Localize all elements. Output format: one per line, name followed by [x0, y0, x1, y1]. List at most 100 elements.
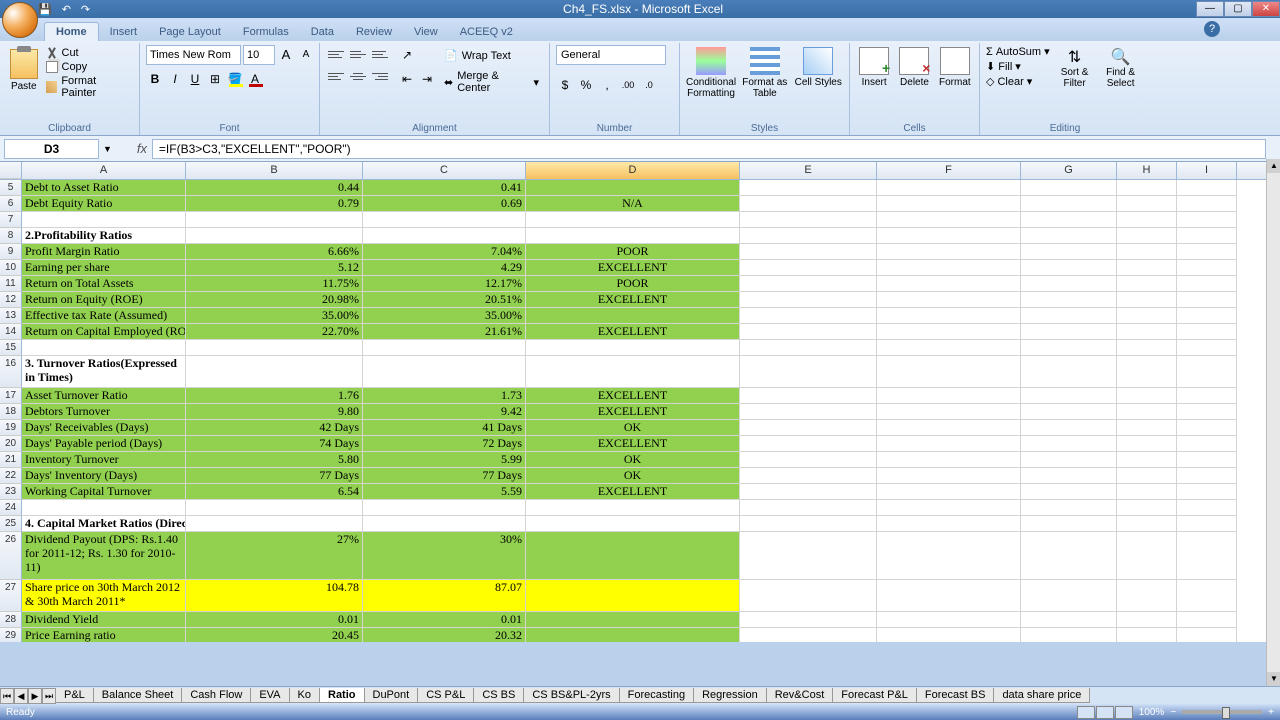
- cell[interactable]: [877, 180, 1021, 196]
- table-row[interactable]: 15: [0, 340, 1280, 356]
- cell[interactable]: [877, 612, 1021, 628]
- cell[interactable]: 0.01: [186, 612, 363, 628]
- row-header[interactable]: 26: [0, 532, 22, 580]
- cell[interactable]: [1117, 532, 1177, 580]
- cell[interactable]: [526, 228, 740, 244]
- cell[interactable]: 6.66%: [186, 244, 363, 260]
- cell[interactable]: [526, 340, 740, 356]
- col-header-c[interactable]: C: [363, 162, 526, 179]
- cell[interactable]: [740, 420, 877, 436]
- cell[interactable]: 9.42: [363, 404, 526, 420]
- cell[interactable]: [1021, 404, 1117, 420]
- table-row[interactable]: 21Inventory Turnover5.805.99OK: [0, 452, 1280, 468]
- cell[interactable]: [1117, 452, 1177, 468]
- cell[interactable]: [740, 404, 877, 420]
- col-header-e[interactable]: E: [740, 162, 877, 179]
- cell[interactable]: 11.75%: [186, 276, 363, 292]
- tab-home[interactable]: Home: [44, 22, 99, 41]
- normal-view-button[interactable]: [1077, 706, 1095, 719]
- row-header[interactable]: 6: [0, 196, 22, 212]
- cell[interactable]: [1117, 356, 1177, 388]
- table-row[interactable]: 254. Capital Market Ratios (Direct Input…: [0, 516, 1280, 532]
- table-row[interactable]: 13Effective tax Rate (Assumed)35.00%35.0…: [0, 308, 1280, 324]
- row-header[interactable]: 5: [0, 180, 22, 196]
- row-header[interactable]: 17: [0, 388, 22, 404]
- table-row[interactable]: 19Days' Receivables (Days)42 Days41 Days…: [0, 420, 1280, 436]
- table-row[interactable]: 14Return on Capital Employed (RO22.70%21…: [0, 324, 1280, 340]
- cell[interactable]: 0.01: [363, 612, 526, 628]
- row-header[interactable]: 22: [0, 468, 22, 484]
- cell[interactable]: [526, 532, 740, 580]
- cell[interactable]: [22, 212, 186, 228]
- cell[interactable]: [877, 580, 1021, 612]
- cell[interactable]: Return on Total Assets: [22, 276, 186, 292]
- cell[interactable]: 20.51%: [363, 292, 526, 308]
- table-row[interactable]: 28Dividend Yield0.010.01: [0, 612, 1280, 628]
- cell[interactable]: 104.78: [186, 580, 363, 612]
- table-row[interactable]: 163. Turnover Ratios(Expressed in Times): [0, 356, 1280, 388]
- cell[interactable]: 77 Days: [186, 468, 363, 484]
- cell[interactable]: Debtors Turnover: [22, 404, 186, 420]
- cell[interactable]: [1177, 292, 1237, 308]
- row-header[interactable]: 24: [0, 500, 22, 516]
- cell[interactable]: 21.61%: [363, 324, 526, 340]
- cell[interactable]: Working Capital Turnover: [22, 484, 186, 500]
- cell[interactable]: Profit Margin Ratio: [22, 244, 186, 260]
- cell[interactable]: [740, 180, 877, 196]
- sheet-nav-last[interactable]: ⏭: [42, 688, 56, 704]
- cell[interactable]: 22.70%: [186, 324, 363, 340]
- increase-decimal-button[interactable]: .00: [619, 75, 637, 95]
- sheet-nav-next[interactable]: ▶: [28, 688, 42, 704]
- cell[interactable]: [1021, 500, 1117, 516]
- cell[interactable]: [1177, 436, 1237, 452]
- cell[interactable]: [1021, 532, 1117, 580]
- sheet-tab[interactable]: Forecast P&L: [832, 688, 917, 703]
- cell[interactable]: 5.80: [186, 452, 363, 468]
- cell[interactable]: 42 Days: [186, 420, 363, 436]
- cell[interactable]: [1177, 212, 1237, 228]
- sheet-tab[interactable]: Ko: [289, 688, 320, 703]
- cell[interactable]: 4.29: [363, 260, 526, 276]
- cell[interactable]: [186, 500, 363, 516]
- cell[interactable]: 0.69: [363, 196, 526, 212]
- cell[interactable]: OK: [526, 468, 740, 484]
- cell[interactable]: [740, 612, 877, 628]
- italic-button[interactable]: I: [166, 69, 184, 89]
- font-color-button[interactable]: A: [246, 69, 264, 89]
- cell[interactable]: [1117, 404, 1177, 420]
- cell[interactable]: EXCELLENT: [526, 388, 740, 404]
- cell[interactable]: [1117, 612, 1177, 628]
- number-format-select[interactable]: [556, 45, 666, 65]
- cell[interactable]: [1177, 532, 1237, 580]
- cell[interactable]: 2.Profitability Ratios: [22, 228, 186, 244]
- row-header[interactable]: 15: [0, 340, 22, 356]
- cell[interactable]: [1177, 340, 1237, 356]
- increase-indent-button[interactable]: ⇥: [418, 69, 436, 89]
- cell[interactable]: EXCELLENT: [526, 324, 740, 340]
- cell[interactable]: [1021, 292, 1117, 308]
- cell[interactable]: [1021, 468, 1117, 484]
- cell[interactable]: [1177, 516, 1237, 532]
- cell[interactable]: [740, 324, 877, 340]
- cell[interactable]: [1117, 212, 1177, 228]
- tab-pagelayout[interactable]: Page Layout: [148, 23, 232, 41]
- cell[interactable]: 0.44: [186, 180, 363, 196]
- cell[interactable]: [740, 308, 877, 324]
- cell[interactable]: [1021, 196, 1117, 212]
- cell[interactable]: [186, 516, 363, 532]
- cell[interactable]: [1177, 420, 1237, 436]
- clear-button[interactable]: ◇Clear ▾: [986, 75, 1050, 88]
- cell[interactable]: [1117, 420, 1177, 436]
- sheet-tab[interactable]: data share price: [993, 688, 1090, 703]
- cell[interactable]: 30%: [363, 532, 526, 580]
- copy-button[interactable]: Copy: [46, 61, 134, 73]
- align-middle-button[interactable]: [348, 45, 368, 63]
- cell[interactable]: [363, 356, 526, 388]
- cell[interactable]: N/A: [526, 196, 740, 212]
- sheet-tab[interactable]: Balance Sheet: [93, 688, 183, 703]
- cell[interactable]: Earning per share: [22, 260, 186, 276]
- cell[interactable]: Days' Receivables (Days): [22, 420, 186, 436]
- cell[interactable]: [1177, 468, 1237, 484]
- cell[interactable]: [877, 356, 1021, 388]
- cut-button[interactable]: Cut: [46, 47, 134, 59]
